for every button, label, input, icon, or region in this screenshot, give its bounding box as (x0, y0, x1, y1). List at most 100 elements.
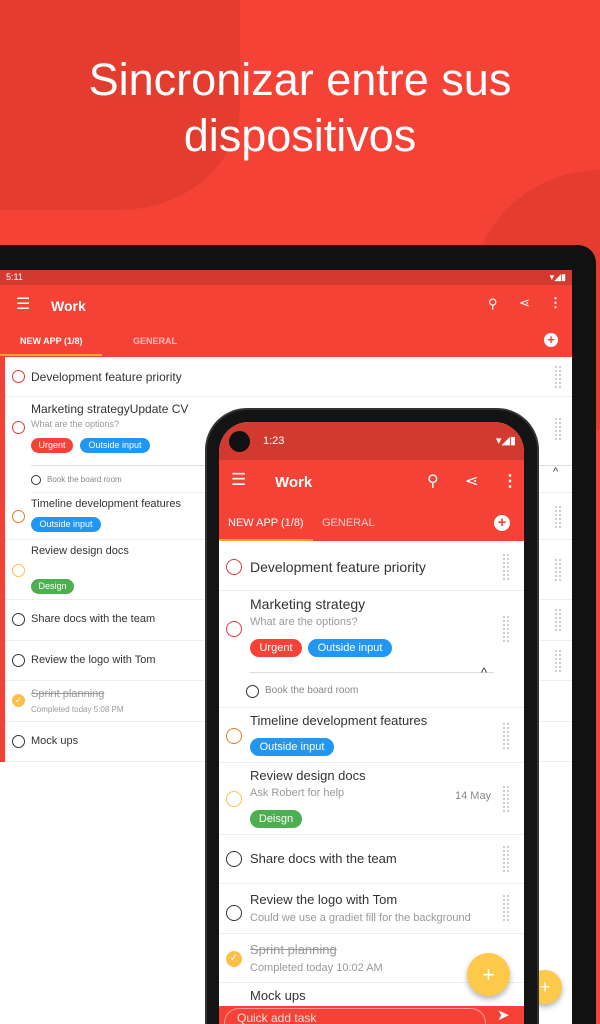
headline-line: Sincronizar entre sus (88, 54, 512, 105)
checkbox[interactable] (12, 564, 25, 577)
task-title: Share docs with the team (250, 851, 397, 866)
checkbox[interactable] (226, 728, 242, 744)
task-title: Marketing strategy (250, 596, 366, 612)
task-title: Review design docs (250, 768, 366, 783)
task-note: What are the options? (250, 616, 358, 628)
headline: Sincronizar entre sus dispositivos (0, 52, 600, 164)
tag-outside-input: Outside input (308, 639, 392, 657)
time: 1:23 (263, 435, 285, 447)
drag-handle-icon[interactable] (502, 553, 510, 581)
status-icons: ▾◢▮ (549, 272, 566, 282)
task-note: Completed today 5:08 PM (31, 705, 124, 714)
drag-handle-icon[interactable] (502, 845, 510, 873)
more-icon[interactable]: ⋮ (502, 471, 518, 491)
subtask-row[interactable]: Book the board room ^ (246, 665, 494, 707)
checkbox[interactable] (226, 621, 242, 637)
add-list-icon[interactable]: + (544, 333, 558, 347)
time: 5:11 (6, 272, 23, 282)
checkbox[interactable] (12, 735, 25, 748)
quick-add-input[interactable]: Quick add task (224, 1008, 486, 1024)
toolbar: ☰ Work ⚲ ⋖ ⋮ NEW APP (1/8) GENERAL + (0, 285, 572, 357)
checkbox[interactable] (226, 851, 242, 867)
task-note: Could we use a gradiet fill for the back… (250, 912, 471, 924)
task-title: Timeline development features (31, 498, 182, 510)
drag-handle-icon[interactable] (502, 722, 510, 750)
subtask-title: Book the board room (47, 475, 122, 484)
subtask-title: Book the board room (265, 685, 359, 696)
drag-handle-icon[interactable] (502, 615, 510, 643)
checkbox[interactable] (12, 613, 25, 626)
task-title: Review design docs (31, 545, 129, 557)
task-note: What are the options? (31, 419, 120, 429)
drag-handle-icon[interactable] (502, 894, 510, 922)
collapse-icon[interactable]: ^ (481, 665, 487, 680)
task-title: Timeline development features (250, 713, 428, 728)
checkbox[interactable] (31, 475, 41, 485)
tag-urgent: Urgent (250, 639, 302, 657)
task-row[interactable]: Share docs with the team (219, 835, 524, 884)
task-title: Sprint planning (31, 688, 105, 700)
status-icons: ▾◢▮ (495, 435, 516, 447)
checkbox[interactable] (12, 370, 25, 383)
tag-urgent: Urgent (31, 438, 73, 453)
add-list-icon[interactable]: + (494, 515, 510, 531)
checked-icon[interactable]: ✓ (226, 951, 242, 967)
headline-line: dispositivos (183, 110, 417, 161)
tag-design: Deisgn (250, 810, 302, 828)
search-icon[interactable]: ⚲ (488, 296, 498, 312)
task-row[interactable]: Review design docs Ask Robert for help 14 … (219, 763, 524, 835)
task-note: Ask Robert for help (250, 787, 345, 799)
checkbox[interactable] (226, 905, 242, 921)
task-row[interactable]: Development feature priority (5, 357, 572, 397)
drag-handle-icon[interactable] (554, 417, 562, 441)
task-title: Development feature priority (31, 370, 182, 384)
drag-handle-icon[interactable] (554, 365, 562, 389)
checkbox[interactable] (226, 559, 242, 575)
task-title: Mock ups (250, 988, 306, 1003)
tab-general[interactable]: GENERAL (322, 517, 375, 529)
tab-indicator (0, 354, 102, 356)
checkbox[interactable] (246, 685, 259, 698)
toolbar: ☰ Work ⚲ ⋖ ⋮ NEW APP (1/8) GENERAL + (219, 460, 524, 541)
phone-screen: 1:23 ▾◢▮ ☰ Work ⚲ ⋖ ⋮ NEW APP (1/8) GENE… (219, 422, 524, 1024)
more-icon[interactable]: ⋮ (549, 295, 562, 311)
tab-general[interactable]: GENERAL (133, 336, 177, 346)
quick-add-bar: Quick add task ➤ (219, 1006, 524, 1024)
toolbar-title: Work (51, 298, 86, 314)
task-title: Marketing strategyUpdate CV (31, 402, 189, 416)
task-row[interactable]: Development feature priority (219, 541, 524, 591)
task-title: Review the logo with Tom (250, 892, 398, 907)
drag-handle-icon[interactable] (502, 785, 510, 813)
checkbox[interactable] (12, 654, 25, 667)
search-icon[interactable]: ⚲ (427, 471, 439, 491)
share-icon[interactable]: ⋖ (465, 471, 478, 491)
tag-design: Design (31, 579, 74, 594)
task-row[interactable]: Timeline development features Outside inp… (219, 707, 524, 763)
drag-handle-icon[interactable] (554, 505, 562, 529)
task-title: Share docs with the team (31, 613, 156, 625)
checkbox[interactable] (12, 510, 25, 523)
tag-outside-input: Outside input (80, 438, 150, 453)
add-task-fab[interactable]: + (467, 953, 510, 996)
checked-icon[interactable]: ✓ (12, 694, 25, 707)
checkbox[interactable] (12, 421, 25, 434)
drag-handle-icon[interactable] (554, 558, 562, 582)
toolbar-title: Work (275, 474, 313, 491)
send-icon[interactable]: ➤ (497, 1007, 510, 1024)
checkbox[interactable] (226, 791, 242, 807)
collapse-icon[interactable]: ^ (553, 466, 558, 478)
task-row[interactable]: Marketing strategy What are the options? U… (219, 591, 524, 672)
tab-new-app[interactable]: NEW APP (1/8) (228, 517, 304, 529)
due-date: 14 May (455, 790, 492, 802)
task-title: Development feature priority (250, 559, 426, 575)
menu-icon[interactable]: ☰ (16, 294, 30, 314)
drag-handle-icon[interactable] (554, 649, 562, 673)
task-row[interactable]: Review the logo with Tom Could we use a g… (219, 884, 524, 934)
status-bar: 1:23 ▾◢▮ (219, 422, 524, 460)
menu-icon[interactable]: ☰ (231, 470, 246, 490)
tag-outside-input: Outside input (31, 517, 101, 532)
task-title: Mock ups (31, 735, 79, 747)
tab-new-app[interactable]: NEW APP (1/8) (20, 336, 83, 346)
share-icon[interactable]: ⋖ (519, 295, 530, 311)
drag-handle-icon[interactable] (554, 608, 562, 632)
